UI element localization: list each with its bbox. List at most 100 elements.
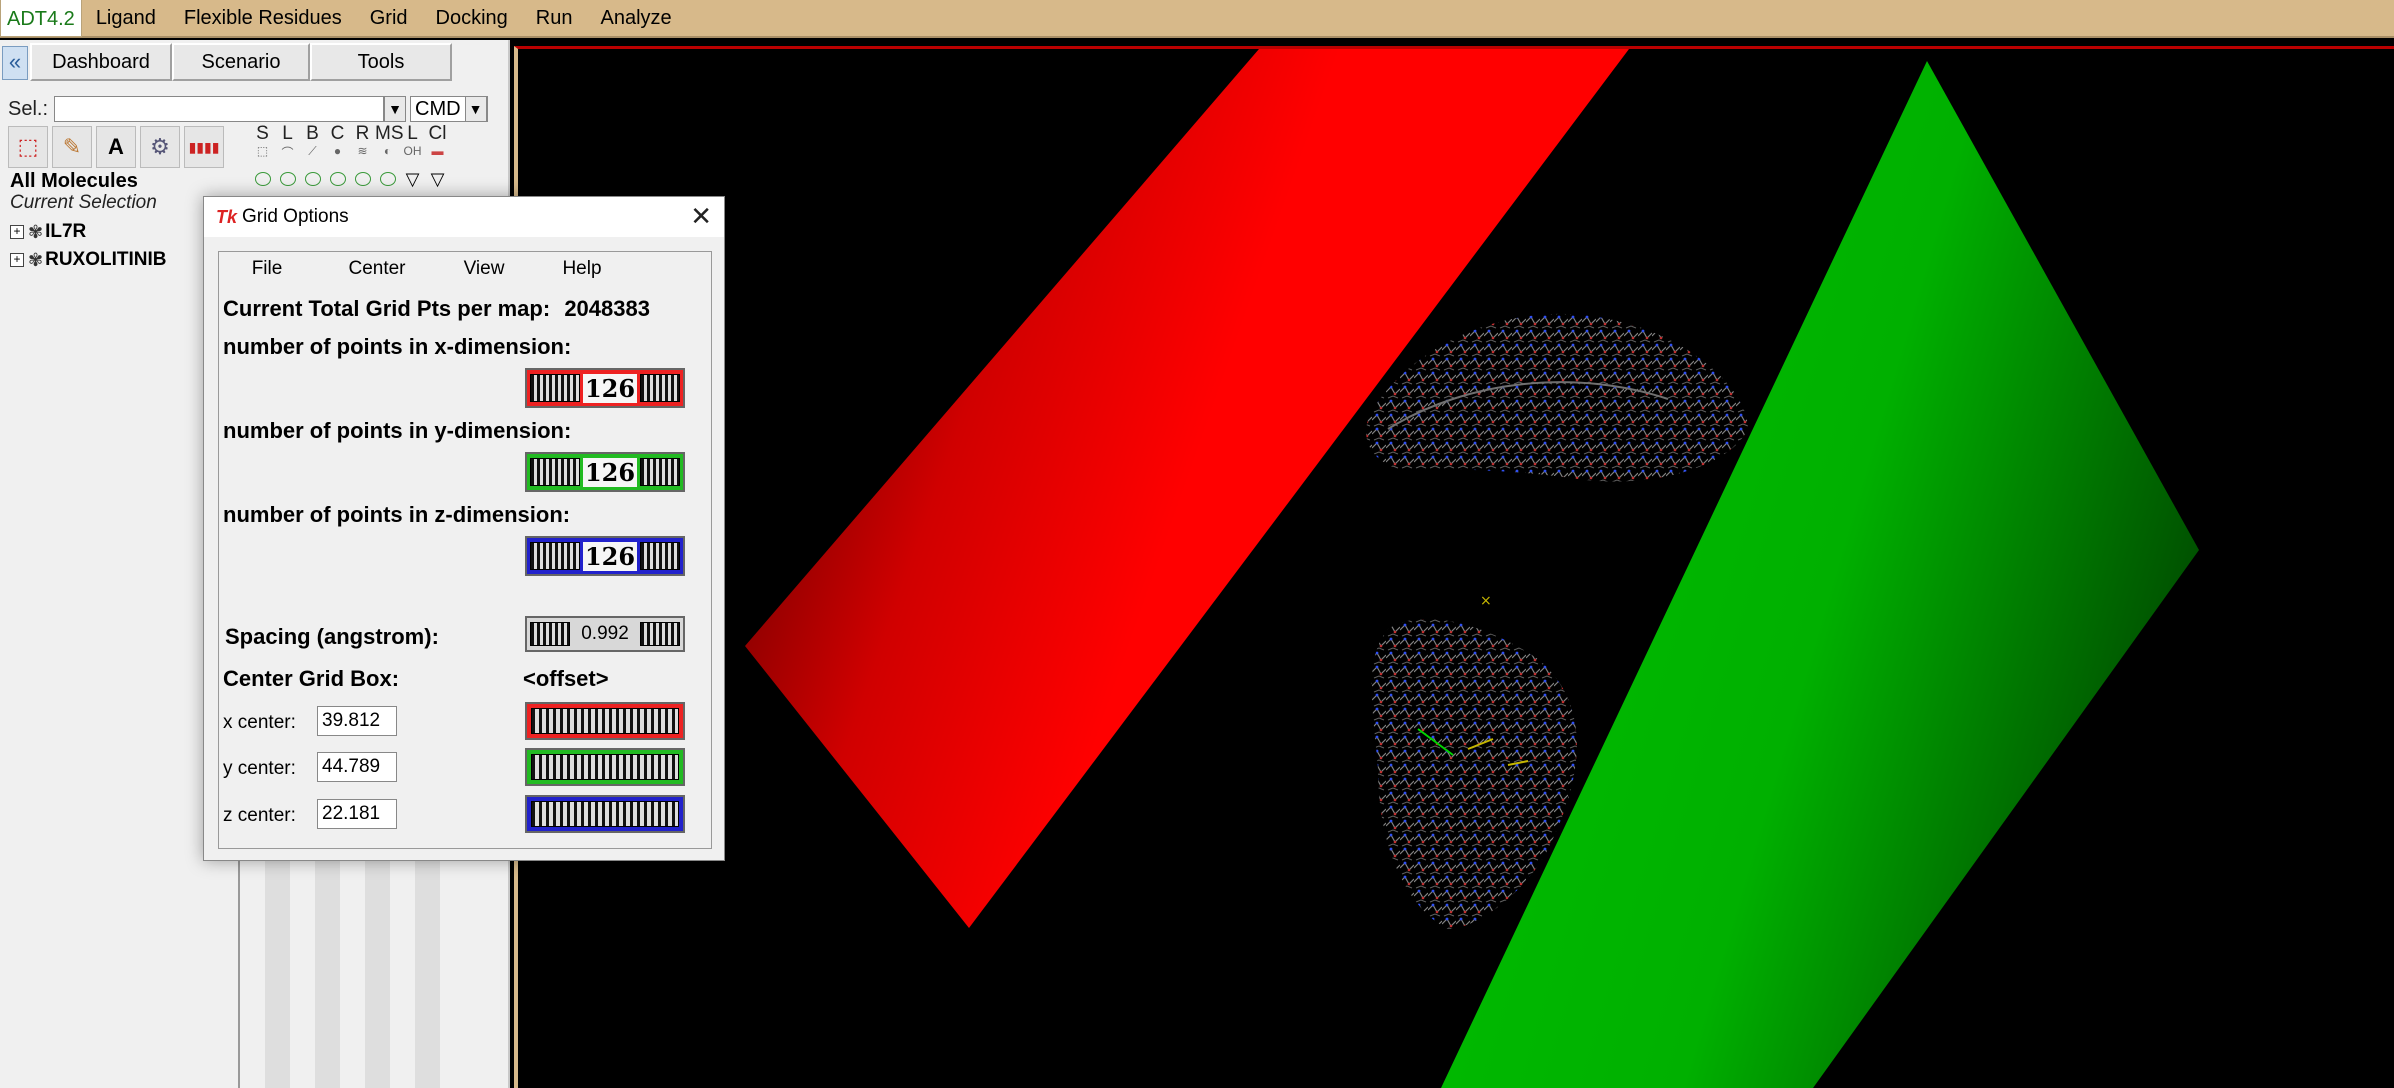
tab-tools[interactable]: Tools bbox=[310, 43, 452, 81]
dialog-menu-center[interactable]: Center bbox=[315, 258, 439, 280]
toggle-circle[interactable] bbox=[325, 168, 350, 190]
toggle-circle[interactable] bbox=[250, 168, 275, 190]
z-dimension-thumbwheel[interactable]: 126 bbox=[525, 536, 685, 576]
x-dimension-value: 126 bbox=[582, 373, 638, 403]
panel-tabs: « Dashboard Scenario Tools bbox=[0, 43, 510, 81]
expand-icon[interactable]: + bbox=[10, 225, 24, 239]
selection-row: Sel.: ▼ CMD ▼ bbox=[8, 94, 488, 124]
thumbwheel-grip-right[interactable] bbox=[639, 542, 680, 570]
dashboard-toolbar: ⬚ ✎ A ⚙ ▮▮▮▮ bbox=[8, 126, 224, 168]
column-header: Cl bbox=[428, 123, 447, 144]
dialog-menu-file[interactable]: File bbox=[219, 258, 315, 280]
z-dimension-label: number of points in z-dimension: bbox=[223, 502, 571, 527]
offset-label: <offset> bbox=[523, 666, 609, 691]
settings-tool-icon[interactable]: ⚙ bbox=[140, 126, 180, 168]
column-header: R bbox=[355, 123, 370, 144]
cmd-dropdown-icon[interactable]: ▼ bbox=[464, 96, 487, 122]
column-header: S bbox=[256, 123, 269, 144]
menu-adt-version[interactable]: ADT4.2 bbox=[0, 0, 82, 37]
collapse-panel-icon[interactable]: « bbox=[2, 46, 28, 80]
toggle-circle[interactable] bbox=[375, 168, 400, 190]
dialog-menu-help[interactable]: Help bbox=[529, 258, 635, 280]
toggle-circle[interactable] bbox=[300, 168, 325, 190]
toggle-circle[interactable] bbox=[350, 168, 375, 190]
label-menu-triangle-icon[interactable]: ▽ bbox=[400, 168, 425, 190]
label-tool-icon[interactable]: A bbox=[96, 126, 136, 168]
molecule-icon: ✾ bbox=[28, 221, 44, 242]
x-dimension-label: number of points in x-dimension: bbox=[223, 334, 572, 359]
z-offset-thumbwheel[interactable] bbox=[525, 795, 685, 833]
menu-ligand[interactable]: Ligand bbox=[82, 0, 170, 37]
surface-column-icon: ◐ bbox=[383, 144, 392, 158]
dialog-menu-view[interactable]: View bbox=[439, 258, 529, 280]
tk-icon: Tk bbox=[216, 206, 238, 227]
dialog-titlebar[interactable]: Tk Grid Options ✕ bbox=[204, 197, 724, 237]
selection-dropdown-icon[interactable]: ▼ bbox=[384, 96, 407, 122]
molecule-name: IL7R bbox=[45, 221, 87, 242]
tab-dashboard[interactable]: Dashboard bbox=[30, 43, 172, 81]
x-dimension-thumbwheel[interactable]: 126 bbox=[525, 368, 685, 408]
spacing-value: 0.992 bbox=[581, 623, 629, 644]
ribbon-column-icon: ≋ bbox=[357, 144, 368, 158]
column-header: L bbox=[282, 123, 293, 144]
menu-grid[interactable]: Grid bbox=[356, 0, 422, 37]
dialog-menubar: File Center View Help bbox=[219, 252, 711, 286]
dialog-title: Grid Options bbox=[242, 206, 349, 227]
select-column-icon: ⬚ bbox=[256, 144, 269, 158]
menu-docking[interactable]: Docking bbox=[422, 0, 522, 37]
tab-scenario[interactable]: Scenario bbox=[172, 43, 310, 81]
select-tool-icon[interactable]: ⬚ bbox=[8, 126, 48, 168]
measure-tool-icon[interactable]: ▮▮▮▮ bbox=[184, 126, 224, 168]
current-selection-label[interactable]: Current Selection bbox=[10, 192, 166, 218]
thumbwheel-grip-left[interactable] bbox=[530, 622, 570, 646]
thumbwheel-grip-right[interactable] bbox=[639, 374, 680, 402]
menu-analyze[interactable]: Analyze bbox=[587, 0, 686, 37]
z-center-label: z center: bbox=[223, 805, 296, 826]
close-icon[interactable]: ✕ bbox=[690, 201, 712, 231]
y-offset-thumbwheel[interactable] bbox=[525, 748, 685, 786]
cmd-label: CMD bbox=[415, 97, 461, 120]
molecule-icon: ✾ bbox=[28, 249, 44, 270]
column-header: C bbox=[330, 123, 345, 144]
dialog-body: File Center View Help Current Total Grid… bbox=[218, 251, 712, 849]
x-center-input[interactable]: 39.812 bbox=[317, 706, 397, 736]
column-header: B bbox=[306, 123, 319, 144]
total-points-label: Current Total Grid Pts per map: bbox=[223, 296, 551, 321]
spacing-label: Spacing (angstrom): bbox=[225, 624, 439, 649]
cpk-column-icon: ● bbox=[333, 144, 342, 158]
center-grid-box-label: Center Grid Box: bbox=[223, 666, 400, 691]
molecule-tree: All Molecules Current Selection + ✾ IL7R… bbox=[10, 170, 166, 274]
x-center-label: x center: bbox=[223, 712, 296, 733]
z-center-input[interactable]: 22.181 bbox=[317, 799, 397, 829]
cmd-select[interactable]: CMD ▼ bbox=[410, 96, 488, 122]
thumbwheel-grip-left[interactable] bbox=[530, 542, 580, 570]
menu-flexible-residues[interactable]: Flexible Residues bbox=[170, 0, 356, 37]
3d-viewer[interactable]: × bbox=[514, 46, 2394, 1088]
y-center-input[interactable]: 44.789 bbox=[317, 752, 397, 782]
thumbwheel-grip-right[interactable] bbox=[639, 458, 680, 486]
tree-node-ruxolitinib[interactable]: + ✾ RUXOLITINIB bbox=[10, 246, 166, 274]
toggle-circle[interactable] bbox=[275, 168, 300, 190]
y-dimension-label: number of points in y-dimension: bbox=[223, 418, 572, 443]
color-column-icon: ▬ bbox=[431, 144, 444, 158]
tree-node-il7r[interactable]: + ✾ IL7R bbox=[10, 218, 166, 246]
column-header: MS bbox=[375, 123, 404, 144]
representation-column-headers: S L B C R MS L Cl bbox=[250, 124, 450, 144]
color-menu-triangle-icon[interactable]: ▽ bbox=[425, 168, 450, 190]
menu-run[interactable]: Run bbox=[522, 0, 587, 37]
label-column-icon: OH bbox=[403, 144, 422, 158]
thumbwheel-grip-left[interactable] bbox=[530, 458, 580, 486]
x-offset-thumbwheel[interactable] bbox=[525, 702, 685, 740]
expand-icon[interactable]: + bbox=[10, 253, 24, 267]
all-molecules-label[interactable]: All Molecules bbox=[10, 170, 166, 192]
thumbwheel-grip-left[interactable] bbox=[530, 374, 580, 402]
selection-input[interactable] bbox=[54, 96, 385, 122]
all-molecules-toggles: ▽ ▽ bbox=[250, 168, 450, 190]
molecule-name: RUXOLITINIB bbox=[45, 249, 167, 270]
y-center-label: y center: bbox=[223, 758, 296, 779]
spacing-thumbwheel[interactable]: 0.992 bbox=[525, 616, 685, 652]
representation-column-icons: ⬚ ⌒ ⟋ ● ≋ ◐ OH ▬ bbox=[250, 144, 450, 164]
thumbwheel-grip-right[interactable] bbox=[639, 622, 680, 646]
y-dimension-thumbwheel[interactable]: 126 bbox=[525, 452, 685, 492]
paint-tool-icon[interactable]: ✎ bbox=[52, 126, 92, 168]
